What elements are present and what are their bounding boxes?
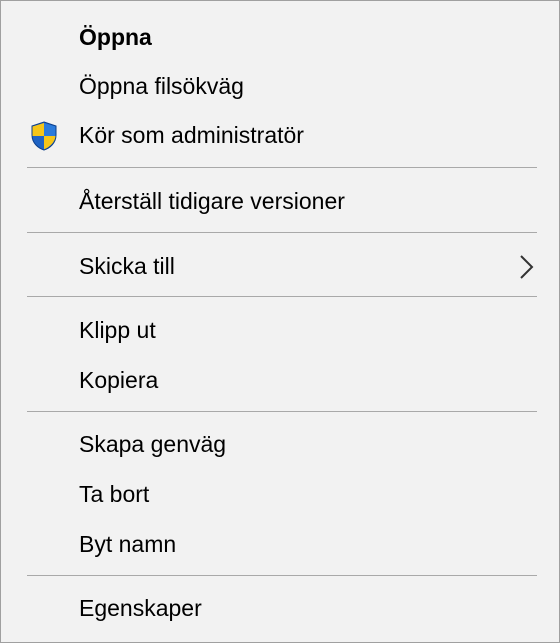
- menu-item-copy-label: Kopiera: [79, 366, 159, 393]
- menu-separator: [27, 232, 537, 233]
- menu-item-open[interactable]: Öppna: [1, 13, 559, 61]
- menu-item-properties-label: Egenskaper: [79, 594, 202, 621]
- menu-item-create-shortcut-label: Skapa genväg: [79, 430, 227, 457]
- menu-item-send-to-label: Skicka till: [79, 252, 175, 279]
- menu-item-restore-previous-versions-label: Återställ tidigare versioner: [79, 187, 345, 214]
- menu-item-open-label: Öppna: [79, 23, 152, 50]
- menu-separator: [27, 575, 537, 576]
- menu-item-cut[interactable]: Klipp ut: [1, 306, 559, 354]
- menu-item-properties[interactable]: Egenskaper: [1, 584, 559, 632]
- menu-item-restore-previous-versions[interactable]: Återställ tidigare versioner: [1, 177, 559, 225]
- menu-item-open-file-location-label: Öppna filsökväg: [79, 72, 244, 99]
- menu-item-delete-label: Ta bort: [79, 480, 150, 507]
- menu-separator: [27, 296, 537, 297]
- menu-item-rename-label: Byt namn: [79, 530, 177, 557]
- menu-item-delete[interactable]: Ta bort: [1, 470, 559, 518]
- menu-item-copy[interactable]: Kopiera: [1, 356, 559, 404]
- menu-item-run-as-admin[interactable]: Kör som administratör: [1, 111, 559, 159]
- chevron-right-icon: [520, 255, 534, 279]
- context-menu: Öppna Öppna filsökväg Kör som administra…: [0, 0, 560, 643]
- uac-shield-icon: [31, 121, 57, 151]
- menu-separator: [27, 167, 537, 168]
- menu-item-create-shortcut[interactable]: Skapa genväg: [1, 420, 559, 468]
- menu-separator: [27, 411, 537, 412]
- menu-item-run-as-admin-label: Kör som administratör: [79, 121, 304, 148]
- menu-item-rename[interactable]: Byt namn: [1, 520, 559, 568]
- menu-item-cut-label: Klipp ut: [79, 316, 156, 343]
- menu-item-send-to[interactable]: Skicka till: [1, 242, 559, 290]
- menu-item-open-file-location[interactable]: Öppna filsökväg: [1, 62, 559, 110]
